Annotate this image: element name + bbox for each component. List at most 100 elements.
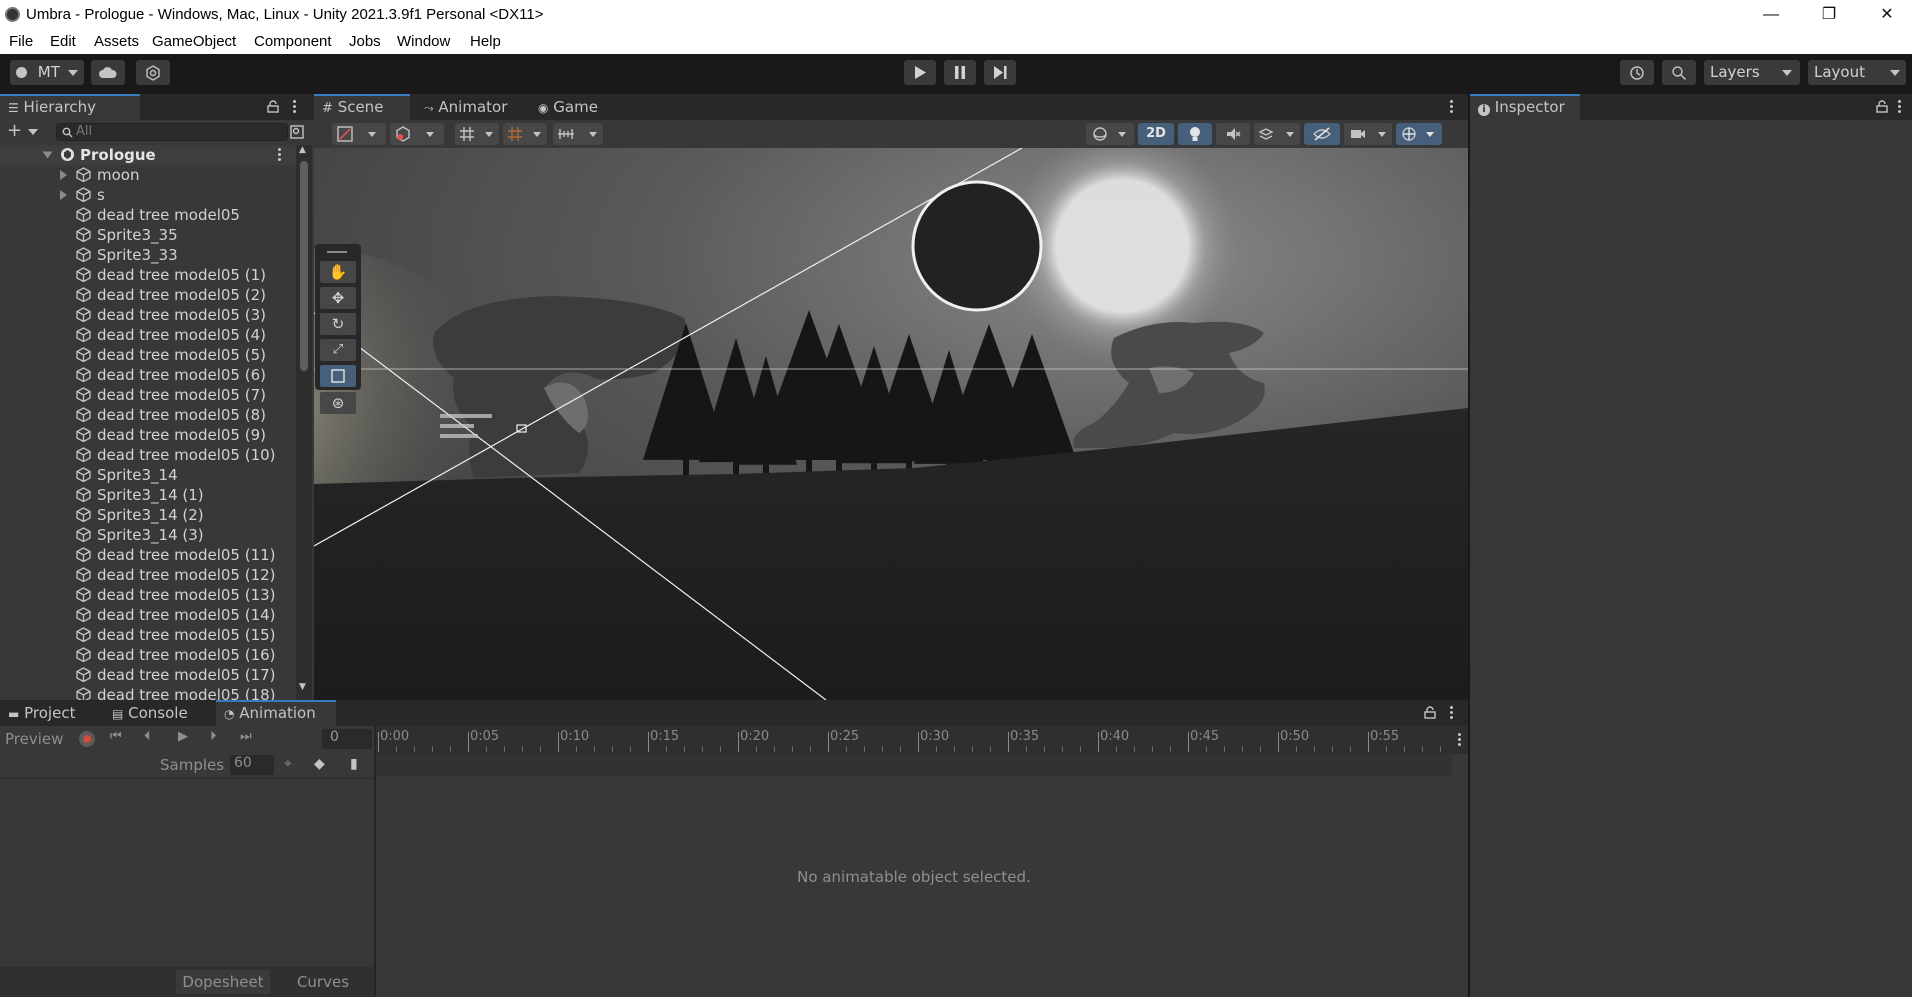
add-keyframe-icon[interactable]: ◆ — [314, 756, 325, 772]
tab-console[interactable]: ▤ Console — [104, 700, 216, 726]
hierarchy-scrollbar[interactable]: ▲ ▼ — [296, 145, 312, 700]
scroll-up-icon[interactable]: ▲ — [299, 145, 306, 155]
move-tool-button[interactable]: ✥ — [320, 287, 356, 309]
hierarchy-item[interactable]: Sprite3_14 (1) — [0, 485, 296, 505]
effects-dropdown[interactable] — [1254, 123, 1300, 145]
next-key-button[interactable]: ⏵ — [210, 729, 217, 744]
scene-root-row[interactable]: Prologue — [0, 145, 296, 165]
menu-gameobject[interactable]: GameObject — [152, 33, 236, 50]
close-button[interactable]: ✕ — [1864, 0, 1910, 29]
menu-jobs[interactable]: Jobs — [349, 33, 381, 50]
palette-drag-handle[interactable] — [327, 251, 347, 253]
camera-dropdown[interactable] — [1344, 123, 1392, 145]
inspector-menu-icon[interactable] — [1898, 100, 1902, 114]
hierarchy-search-input[interactable]: All — [56, 123, 288, 141]
hierarchy-item[interactable]: Sprite3_33 — [0, 245, 296, 265]
hierarchy-item[interactable]: dead tree model05 — [0, 205, 296, 225]
scale-tool-button[interactable]: ⤢ — [320, 339, 356, 361]
ruler-dropdown[interactable] — [553, 123, 603, 145]
lock-icon[interactable] — [1876, 100, 1888, 113]
hierarchy-item[interactable]: Sprite3_14 (2) — [0, 505, 296, 525]
tab-inspector[interactable]: i Inspector — [1470, 94, 1580, 120]
audio-toggle[interactable] — [1216, 123, 1250, 145]
hierarchy-item[interactable]: dead tree model05 (13) — [0, 585, 296, 605]
cloud-button[interactable] — [91, 60, 125, 85]
lock-icon[interactable] — [1424, 706, 1436, 719]
expand-arrow-icon[interactable] — [60, 170, 67, 180]
hierarchy-item[interactable]: dead tree model05 (4) — [0, 325, 296, 345]
history-button[interactable] — [1620, 60, 1654, 85]
hierarchy-item[interactable]: dead tree model05 (7) — [0, 385, 296, 405]
menu-file[interactable]: File — [9, 33, 33, 50]
hierarchy-item[interactable]: dead tree model05 (8) — [0, 405, 296, 425]
samples-input[interactable]: 60 — [230, 755, 274, 775]
dopesheet-button[interactable]: Dopesheet — [176, 970, 270, 994]
timeline-divider[interactable] — [374, 726, 376, 997]
hierarchy-item[interactable]: Sprite3_14 — [0, 465, 296, 485]
hierarchy-item[interactable]: dead tree model05 (1) — [0, 265, 296, 285]
event-track[interactable] — [376, 754, 1452, 776]
layout-dropdown[interactable]: Layout — [1808, 60, 1906, 85]
search-options-icon[interactable] — [290, 125, 304, 139]
expand-arrow-icon[interactable] — [60, 190, 67, 200]
timeline-ruler[interactable]: 0:00 0:05 0:10 0:15 0:20 0:25 0:30 0:35 0:40 0:45… — [376, 726, 1452, 754]
scene-viewport[interactable] — [314, 148, 1468, 700]
hierarchy-item[interactable]: dead tree model05 (14) — [0, 605, 296, 625]
curves-button[interactable]: Curves — [276, 970, 370, 994]
preview-toggle[interactable]: Preview — [5, 730, 63, 748]
step-button[interactable] — [984, 60, 1016, 85]
hierarchy-item[interactable]: dead tree model05 (17) — [0, 665, 296, 685]
scene-root-menu-icon[interactable] — [278, 148, 282, 162]
snap-increment-dropdown[interactable] — [503, 123, 547, 145]
hierarchy-item[interactable]: moon — [0, 165, 296, 185]
hand-tool-button[interactable]: ✋ — [320, 261, 356, 283]
hierarchy-item[interactable]: dead tree model05 (3) — [0, 305, 296, 325]
frame-input[interactable]: 0 — [322, 729, 372, 749]
render-mode-dropdown[interactable] — [390, 123, 444, 145]
hierarchy-item[interactable]: dead tree model05 (12) — [0, 565, 296, 585]
menu-help[interactable]: Help — [470, 33, 501, 50]
timeline-menu-icon[interactable] — [1458, 733, 1462, 747]
transform-tool-button[interactable]: ⊛ — [320, 392, 356, 414]
add-icon[interactable]: + — [7, 120, 22, 141]
first-key-button[interactable]: ⏮ — [110, 729, 122, 744]
tab-hierarchy[interactable]: ☰ Hierarchy — [0, 94, 140, 120]
collab-button[interactable] — [136, 60, 170, 85]
hierarchy-item[interactable]: dead tree model05 (11) — [0, 545, 296, 565]
prev-key-button[interactable]: ⏴ — [144, 729, 151, 744]
restore-button[interactable]: ❐ — [1806, 0, 1852, 29]
lock-icon[interactable] — [267, 100, 279, 113]
add-event-icon[interactable]: ▮ — [350, 756, 358, 772]
menu-assets[interactable]: Assets — [94, 33, 139, 50]
hierarchy-item[interactable]: dead tree model05 (18) — [0, 685, 296, 700]
pause-button[interactable] — [944, 60, 976, 85]
hierarchy-item[interactable]: dead tree model05 (9) — [0, 425, 296, 445]
tab-animator[interactable]: ⤳ Animator — [416, 94, 516, 120]
record-button[interactable] — [79, 731, 95, 747]
menu-component[interactable]: Component — [254, 33, 332, 50]
last-key-button[interactable]: ⏭ — [240, 729, 252, 744]
moon-sprite[interactable] — [911, 180, 1043, 312]
chevron-down-icon[interactable] — [28, 129, 38, 135]
grid-snap-dropdown[interactable] — [455, 123, 499, 145]
anim-play-button[interactable]: ▶ — [178, 729, 188, 744]
tab-scene[interactable]: # Scene — [314, 94, 410, 120]
hierarchy-item[interactable]: dead tree model05 (15) — [0, 625, 296, 645]
lighting-toggle[interactable] — [1178, 123, 1212, 145]
search-button[interactable] — [1662, 60, 1696, 85]
rotate-tool-button[interactable]: ↻ — [320, 313, 356, 335]
hierarchy-item[interactable]: dead tree model05 (5) — [0, 345, 296, 365]
scene-menu-icon[interactable] — [1450, 100, 1454, 114]
scene-canvas[interactable] — [314, 148, 1468, 700]
toggle-2d-button[interactable]: 2D — [1138, 123, 1174, 145]
menu-edit[interactable]: Edit — [50, 33, 76, 50]
hierarchy-menu-icon[interactable] — [293, 100, 297, 114]
scene-visibility-toggle[interactable] — [1304, 123, 1340, 145]
menu-window[interactable]: Window — [397, 33, 450, 50]
hierarchy-item[interactable]: dead tree model05 (10) — [0, 445, 296, 465]
animation-menu-icon[interactable] — [1450, 706, 1454, 720]
hierarchy-item[interactable]: dead tree model05 (2) — [0, 285, 296, 305]
hierarchy-item[interactable]: Sprite3_35 — [0, 225, 296, 245]
tab-project[interactable]: ▬ Project — [0, 700, 100, 726]
keyframe-filter-icon[interactable]: ⌖ — [284, 756, 292, 772]
